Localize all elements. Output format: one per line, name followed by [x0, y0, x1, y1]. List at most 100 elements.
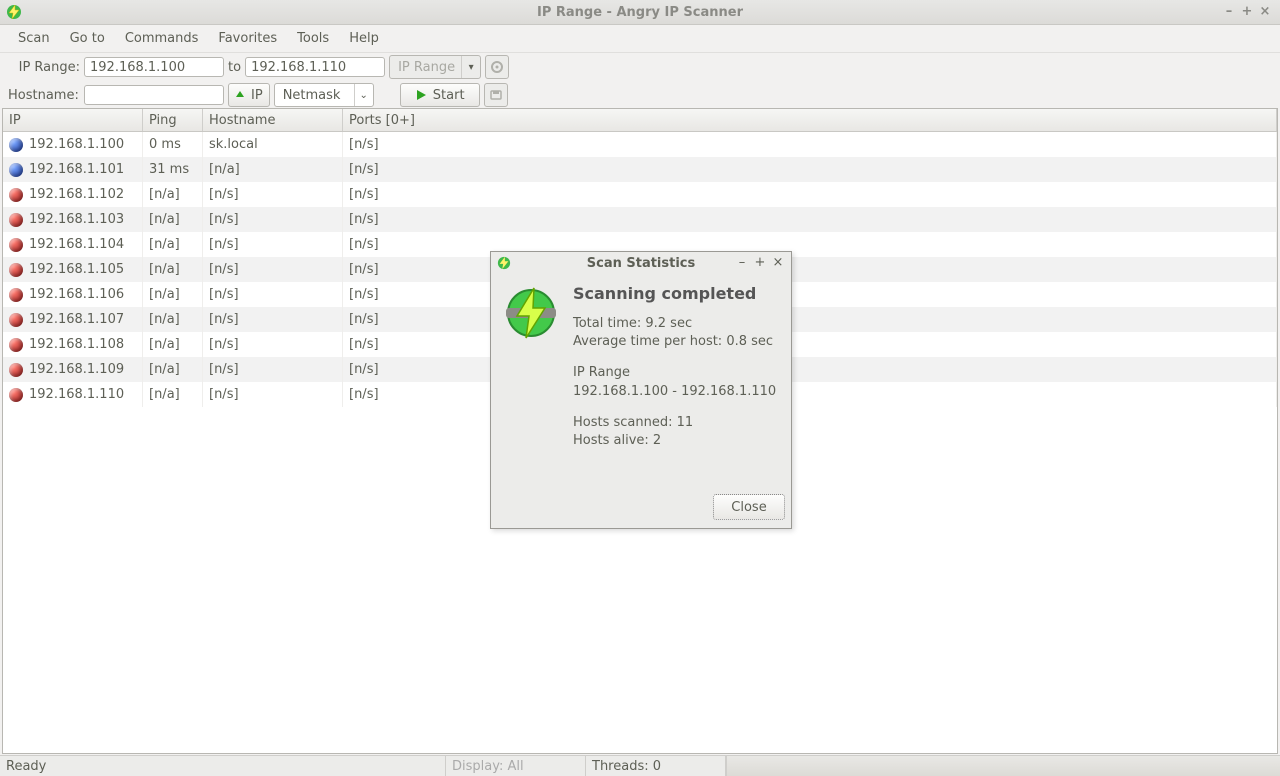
cell-ports: [n/s] [343, 182, 1277, 207]
ip-up-button[interactable]: IP [228, 83, 270, 107]
cell-hostname: sk.local [203, 132, 343, 157]
dialog-minimize-button[interactable]: – [733, 255, 751, 270]
table-row[interactable]: 192.168.1.10131 ms[n/a][n/s] [3, 157, 1277, 182]
status-dot-icon [9, 363, 23, 377]
menu-goto[interactable]: Go to [60, 27, 115, 50]
dialog-maximize-button[interactable]: + [751, 255, 769, 270]
arrow-up-icon [235, 90, 245, 100]
window-title: IP Range - Angry IP Scanner [0, 5, 1280, 20]
menu-help[interactable]: Help [339, 27, 389, 50]
cell-ip: 192.168.1.105 [29, 262, 124, 277]
to-label: to [228, 60, 241, 75]
chevron-down-icon: ⌄ [354, 84, 373, 106]
menu-tools[interactable]: Tools [287, 27, 339, 50]
table-header: IP Ping Hostname Ports [0+] [3, 109, 1277, 132]
cell-ports: [n/s] [343, 332, 1277, 357]
status-dot-icon [9, 163, 23, 177]
menu-scan[interactable]: Scan [8, 27, 60, 50]
cell-hostname: [n/s] [203, 307, 343, 332]
status-dot-icon [9, 238, 23, 252]
dialog-alive: Hosts alive: 2 [573, 432, 776, 450]
dialog-total-time: Total time: 9.2 sec [573, 315, 776, 333]
status-threads: Threads: 0 [586, 756, 726, 776]
cell-hostname: [n/s] [203, 382, 343, 407]
dialog-icon [501, 284, 561, 494]
cell-hostname: [n/s] [203, 257, 343, 282]
netmask-combo-value: Netmask [275, 88, 349, 103]
cell-ports: [n/s] [343, 207, 1277, 232]
toolbar-row-2: Hostname: IP Netmask ⌄ Start [0, 81, 1280, 109]
ip-up-label: IP [251, 88, 263, 103]
cell-hostname: [n/s] [203, 282, 343, 307]
dialog-close-action-button[interactable]: Close [713, 494, 785, 520]
dialog-close-label: Close [731, 500, 766, 515]
column-header-hostname[interactable]: Hostname [203, 109, 343, 131]
ip-to-input[interactable] [245, 57, 385, 77]
statusbar: Ready Display: All Threads: 0 [0, 755, 1280, 776]
status-dot-icon [9, 263, 23, 277]
dialog-scanned: Hosts scanned: 11 [573, 414, 776, 432]
window-titlebar: IP Range - Angry IP Scanner – + × [0, 0, 1280, 25]
cell-ip: 192.168.1.108 [29, 337, 124, 352]
status-dot-icon [9, 213, 23, 227]
export-button[interactable] [484, 83, 508, 107]
lightning-icon [502, 284, 560, 342]
play-icon [415, 89, 427, 101]
cell-ports: [n/s] [343, 307, 1277, 332]
dialog-close-button[interactable]: × [769, 255, 787, 270]
cell-ports: [n/s] [343, 257, 1277, 282]
dialog-heading: Scanning completed [573, 284, 776, 303]
cell-ports: [n/s] [343, 132, 1277, 157]
feeder-dropdown[interactable]: IP Range ▾ [389, 55, 481, 79]
dialog-titlebar: Scan Statistics – + × [491, 252, 791, 274]
cell-ping: [n/a] [143, 207, 203, 232]
dialog-range-label: IP Range [573, 364, 776, 382]
cell-ping: [n/a] [143, 182, 203, 207]
cell-ports: [n/s] [343, 382, 1277, 407]
cell-hostname: [n/s] [203, 182, 343, 207]
ip-from-input[interactable] [84, 57, 224, 77]
cell-ports: [n/s] [343, 282, 1277, 307]
cell-ping: [n/a] [143, 382, 203, 407]
cell-ip: 192.168.1.100 [29, 137, 124, 152]
table-row[interactable]: 192.168.1.100 0 mssk.local[n/s] [3, 132, 1277, 157]
dialog-range: 192.168.1.100 - 192.168.1.110 [573, 383, 776, 401]
status-display: Display: All [446, 756, 586, 776]
table-row[interactable]: 192.168.1.102[n/a][n/s][n/s] [3, 182, 1277, 207]
start-button[interactable]: Start [400, 83, 480, 107]
status-dot-icon [9, 188, 23, 202]
favorites-button[interactable] [485, 55, 509, 79]
cell-hostname: [n/s] [203, 207, 343, 232]
hostname-input[interactable] [84, 85, 224, 105]
column-header-ip[interactable]: IP [3, 109, 143, 131]
cell-ports: [n/s] [343, 232, 1277, 257]
gear-icon [490, 60, 504, 74]
menu-favorites[interactable]: Favorites [208, 27, 287, 50]
hostname-label: Hostname: [8, 88, 80, 103]
cell-ip: 192.168.1.110 [29, 387, 124, 402]
cell-ip: 192.168.1.107 [29, 312, 124, 327]
netmask-combo[interactable]: Netmask ⌄ [274, 83, 374, 107]
cell-ip: 192.168.1.103 [29, 212, 124, 227]
column-header-ping[interactable]: Ping [143, 109, 203, 131]
menubar: Scan Go to Commands Favorites Tools Help [0, 25, 1280, 53]
cell-ping: 0 ms [143, 132, 203, 157]
window-close-button[interactable]: × [1256, 4, 1274, 19]
table-row[interactable]: 192.168.1.103[n/a][n/s][n/s] [3, 207, 1277, 232]
cell-ping: [n/a] [143, 357, 203, 382]
status-ready: Ready [0, 756, 446, 776]
cell-ip: 192.168.1.104 [29, 237, 124, 252]
status-dot-icon [9, 138, 23, 152]
cell-ip: 192.168.1.101 [29, 162, 124, 177]
window-minimize-button[interactable]: – [1220, 4, 1238, 19]
cell-ip: 192.168.1.102 [29, 187, 124, 202]
menu-commands[interactable]: Commands [115, 27, 209, 50]
status-dot-icon [9, 388, 23, 402]
ip-range-label: IP Range: [8, 60, 80, 75]
save-icon [489, 88, 503, 102]
window-maximize-button[interactable]: + [1238, 4, 1256, 19]
dialog-avg-time: Average time per host: 0.8 sec [573, 333, 776, 351]
status-dot-icon [9, 288, 23, 302]
column-header-ports[interactable]: Ports [0+] [343, 109, 1277, 131]
progress-bar [726, 756, 1280, 776]
